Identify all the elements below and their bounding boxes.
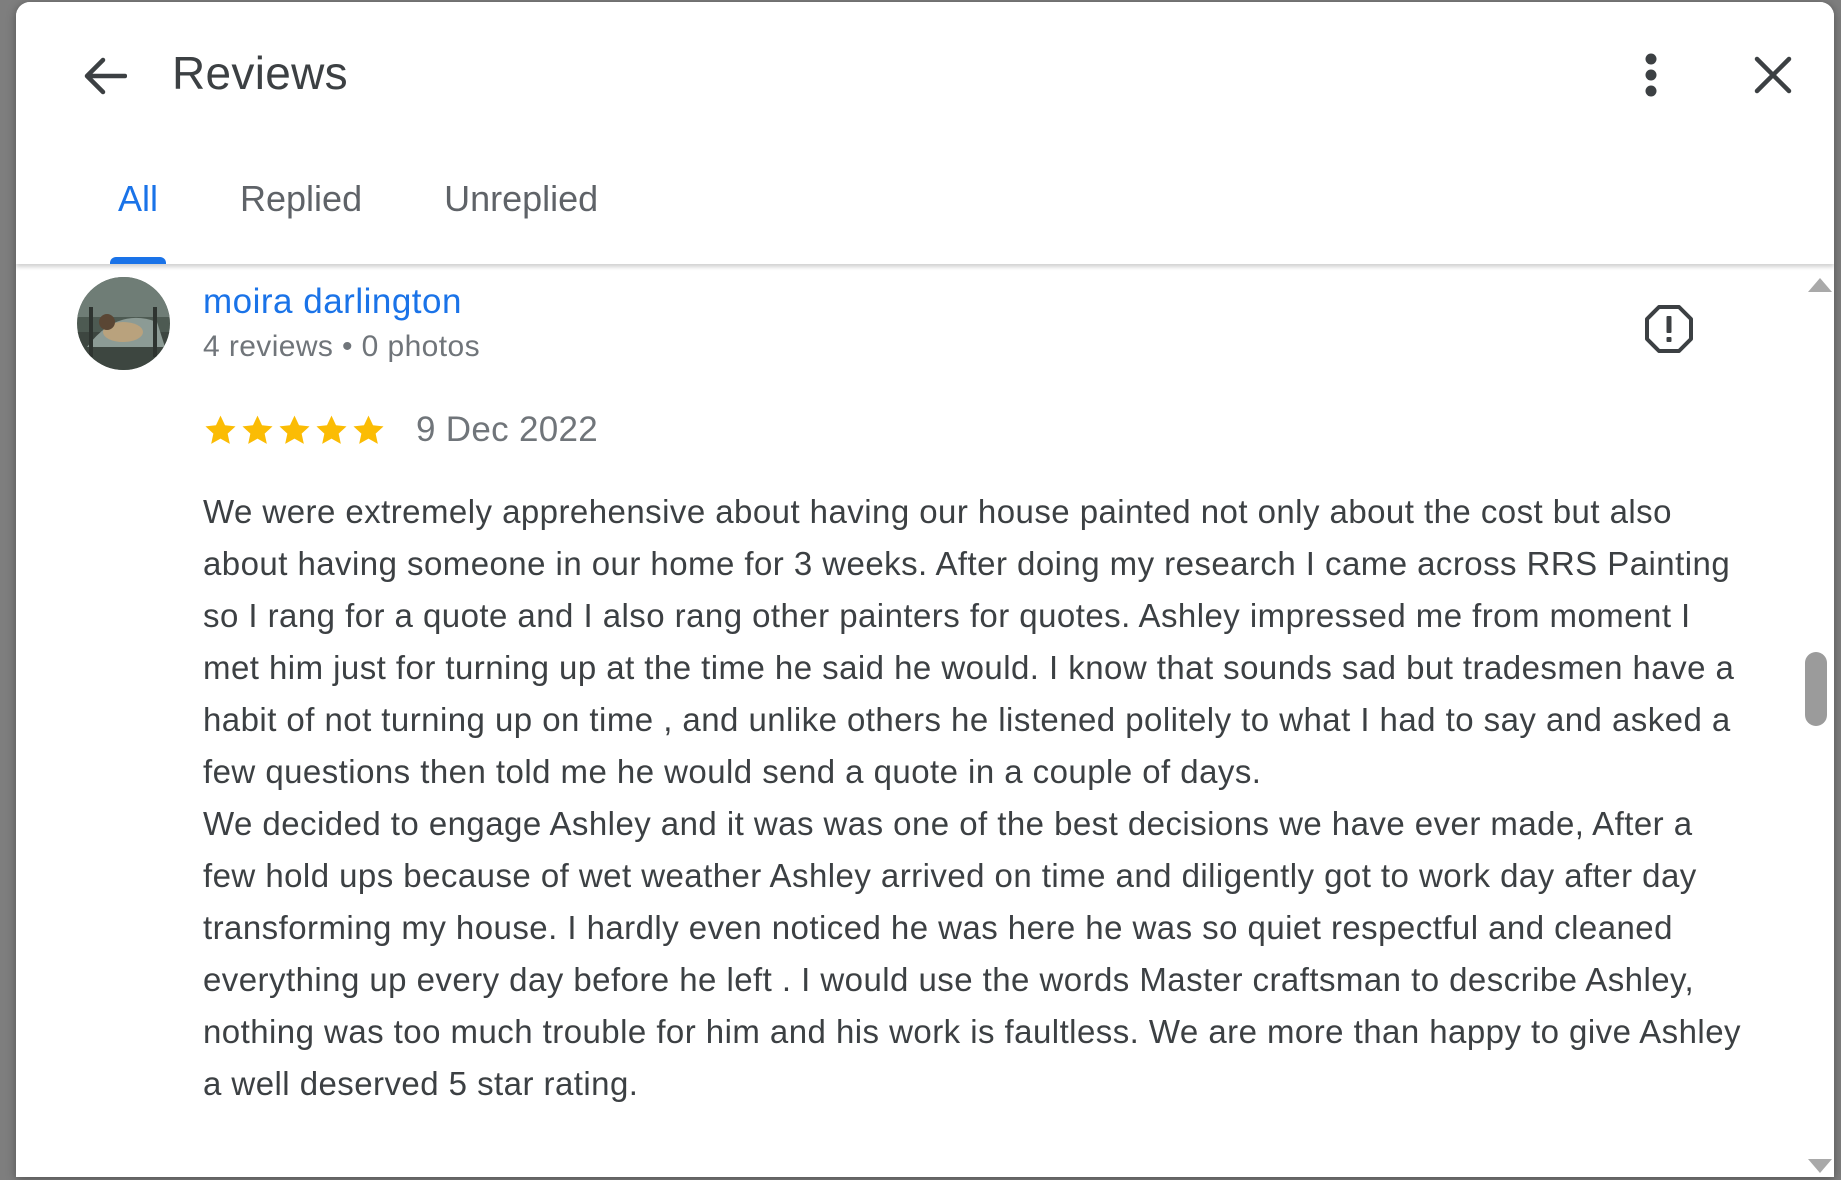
tab-all[interactable]: All bbox=[110, 162, 167, 264]
reviewer-name[interactable]: moira darlington bbox=[203, 282, 462, 322]
tab-all-label: All bbox=[118, 178, 159, 219]
report-review-button[interactable] bbox=[1638, 298, 1700, 360]
review-text: We were extremely apprehensive about hav… bbox=[203, 493, 1741, 1102]
arrow-back-icon bbox=[84, 57, 127, 95]
more-options-button[interactable] bbox=[1616, 40, 1686, 110]
dialog-header: Reviews All Replied Unreplied bbox=[16, 2, 1834, 264]
back-button[interactable] bbox=[60, 42, 150, 110]
reviewer-avatar[interactable] bbox=[77, 277, 170, 370]
avatar-photo bbox=[77, 277, 170, 370]
reviewer-meta: 4 reviews • 0 photos bbox=[203, 330, 480, 363]
reviews-dialog: Reviews All Replied Unreplied moira darl… bbox=[16, 2, 1834, 1177]
close-icon bbox=[1754, 56, 1792, 94]
scrollbar-thumb[interactable] bbox=[1805, 652, 1827, 726]
scroll-up-arrow-icon[interactable] bbox=[1808, 278, 1832, 292]
close-button[interactable] bbox=[1738, 40, 1808, 110]
active-tab-indicator bbox=[110, 257, 167, 264]
more-vert-icon bbox=[1645, 53, 1657, 97]
dialog-title: Reviews bbox=[172, 47, 348, 99]
star-icon bbox=[353, 415, 384, 444]
tab-replied-label: Replied bbox=[240, 178, 363, 219]
review-filter-tabs: All Replied Unreplied bbox=[110, 162, 672, 264]
report-icon bbox=[1645, 305, 1693, 353]
reviews-list[interactable]: moira darlington 4 reviews • 0 photos 9 … bbox=[16, 264, 1834, 1177]
star-icon bbox=[316, 415, 347, 444]
tab-replied[interactable]: Replied bbox=[232, 162, 370, 264]
star-icon bbox=[205, 415, 236, 444]
star-icon bbox=[279, 415, 310, 444]
star-icon bbox=[242, 415, 273, 444]
tab-unreplied[interactable]: Unreplied bbox=[436, 162, 606, 264]
review-date: 9 Dec 2022 bbox=[416, 410, 599, 449]
tab-unreplied-label: Unreplied bbox=[444, 178, 599, 219]
scroll-down-arrow-icon[interactable] bbox=[1808, 1159, 1832, 1173]
rating-row: 9 Dec 2022 bbox=[203, 410, 598, 450]
star-rating bbox=[203, 413, 386, 448]
scrollbar[interactable] bbox=[1800, 272, 1834, 1177]
